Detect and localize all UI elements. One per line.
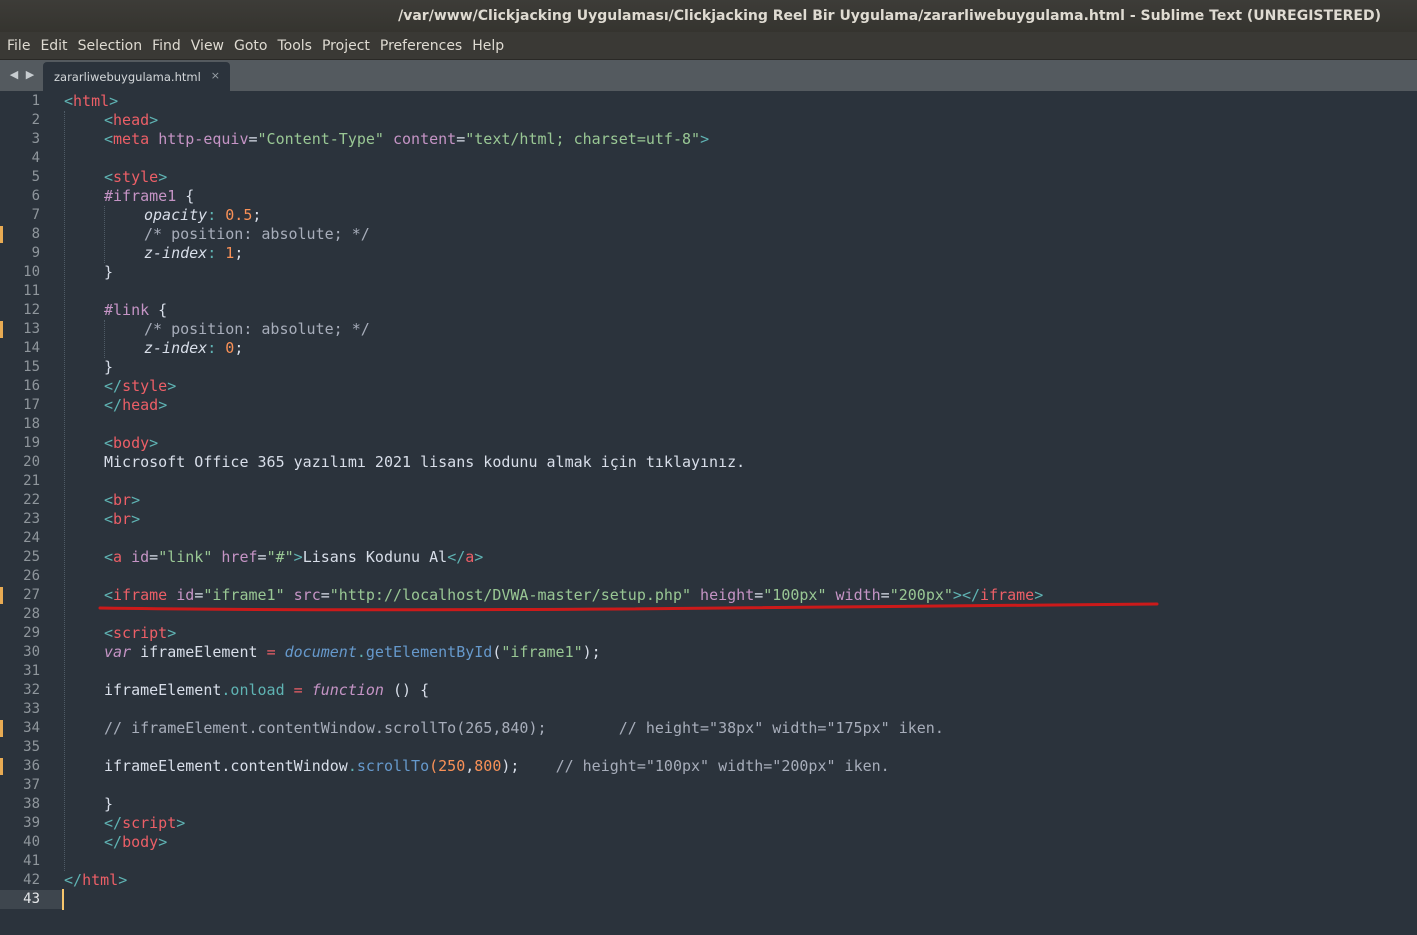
indent-guide	[104, 206, 105, 263]
menu-preferences[interactable]: Preferences	[375, 32, 467, 60]
menu-bar: File Edit Selection Find View Goto Tools…	[0, 32, 1417, 60]
arrow-left-icon[interactable]: ◀	[8, 67, 20, 83]
tab-title: zararliwebuygulama.html	[54, 69, 201, 84]
menu-view[interactable]: View	[186, 32, 229, 60]
tab-zararliwebuygulama[interactable]: zararliwebuygulama.html ×	[43, 62, 230, 91]
menu-find[interactable]: Find	[147, 32, 186, 60]
menu-file[interactable]: File	[2, 32, 35, 60]
tab-navigation: ◀ ▶	[8, 67, 36, 83]
red-underline-stroke	[98, 602, 1159, 612]
text-cursor	[62, 889, 64, 910]
menu-edit[interactable]: Edit	[35, 32, 72, 60]
window-title: /var/www/Clickjacking Uygulaması/Clickja…	[398, 8, 1381, 24]
indent-guide	[64, 111, 65, 871]
arrow-right-icon[interactable]: ▶	[24, 67, 36, 83]
menu-tools[interactable]: Tools	[272, 32, 317, 60]
close-icon[interactable]: ×	[211, 69, 220, 83]
menu-goto[interactable]: Goto	[229, 32, 272, 60]
red-underline-annotation	[98, 602, 1159, 612]
indent-guide	[104, 320, 105, 358]
tab-bar: ◀ ▶ zararliwebuygulama.html ×	[0, 60, 1417, 91]
menu-project[interactable]: Project	[317, 32, 375, 60]
menu-selection[interactable]: Selection	[73, 32, 148, 60]
menu-help[interactable]: Help	[467, 32, 509, 60]
window-titlebar: /var/www/Clickjacking Uygulaması/Clickja…	[0, 0, 1417, 32]
code-editor[interactable]: 1 2 3 4 5 6 7 8 9 10 11 12 13 14 15 16 17 18 19 20 21 22 23 24 2…	[0, 91, 1417, 935]
